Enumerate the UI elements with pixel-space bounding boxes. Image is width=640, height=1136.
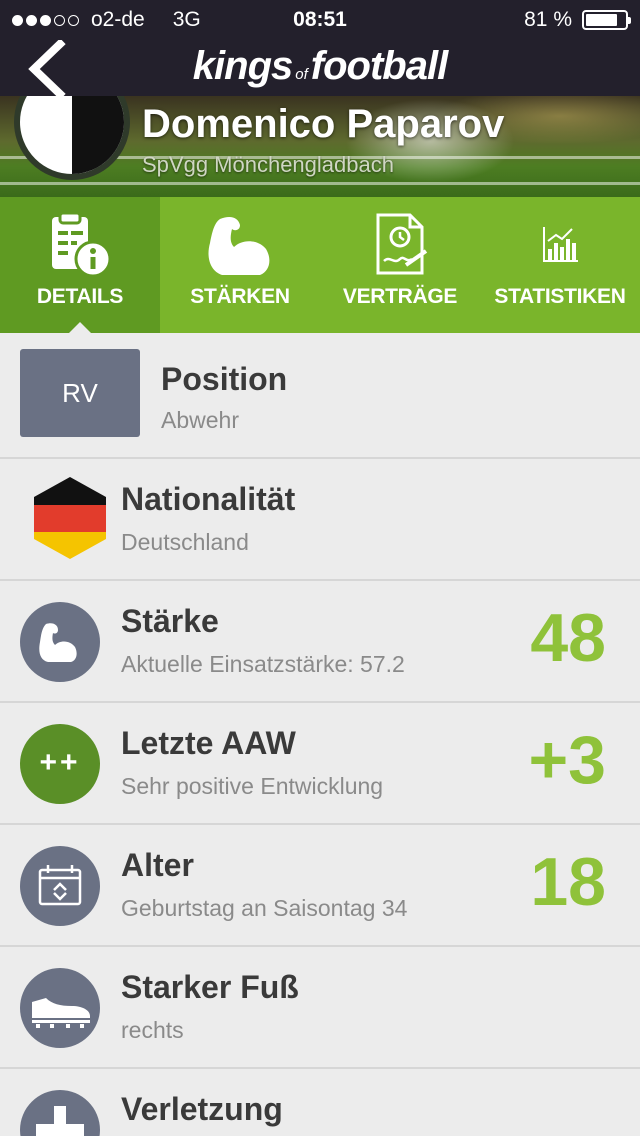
club-name: SpVgg Mönchengladbach: [142, 152, 394, 177]
tab-statistiken[interactable]: STATISTIKEN: [480, 197, 640, 333]
aaw-value: +3: [528, 722, 606, 798]
nav-bar: kings offootball: [0, 38, 640, 100]
row-title: Stärke: [121, 603, 219, 639]
row-subtitle: Geburtstag an Saisontag 34: [121, 895, 408, 921]
row-subtitle: Aktuelle Einsatzstärke: 57.2: [121, 651, 405, 677]
status-bar: o2-de 3G 08:51 81 %: [0, 0, 640, 40]
contract-icon: [376, 213, 428, 275]
tab-bar: DETAILS STÄRKEN VERTRÄGE STATISTIKEN: [0, 197, 640, 334]
row-title: Verletzung: [121, 1091, 283, 1127]
battery-icon: [582, 10, 631, 30]
details-list: RV Position Abwehr Nationalität Deutschl…: [0, 333, 640, 1136]
player-header: Domenico Paparov SpVgg Mönchengladbach: [0, 96, 640, 197]
row-title: Letzte AAW: [121, 725, 296, 761]
position-row: RV Position Abwehr: [0, 333, 640, 459]
app-logo: kings offootball: [192, 44, 448, 88]
age-row: Alter Geburtstag an Saisontag 34 18: [0, 825, 640, 947]
tab-details[interactable]: DETAILS: [0, 197, 160, 334]
battery-percent: 81 %: [524, 8, 572, 31]
stats-icon: [543, 227, 578, 262]
aaw-row: ++ Letzte AAW Sehr positive Entwicklung …: [0, 703, 640, 825]
row-title: Starker Fuß: [121, 969, 299, 1005]
row-subtitle: rechts: [121, 1017, 184, 1043]
nationality-row: Nationalität Deutschland: [0, 459, 640, 581]
tab-staerken[interactable]: STÄRKEN: [160, 197, 320, 333]
strength-row: Stärke Aktuelle Einsatzstärke: 57.2 48: [0, 581, 640, 703]
row-subtitle: Abwehr: [161, 407, 239, 433]
germany-flag-icon: [34, 477, 106, 559]
row-title: Nationalität: [121, 481, 296, 517]
club-crest: [14, 96, 130, 180]
tab-label: DETAILS: [36, 285, 124, 308]
top-bar: o2-de 3G 08:51 81 % kings offootball: [0, 0, 640, 100]
injury-icon-circle: [20, 1090, 100, 1136]
strength-icon-circle: [20, 602, 100, 682]
row-subtitle: Deutschland: [121, 529, 249, 555]
position-badge: RV: [20, 349, 140, 437]
double-plus-icon: ++: [39, 746, 81, 779]
tab-label: STATISTIKEN: [494, 285, 626, 308]
details-icon: [52, 213, 112, 278]
calendar-icon: [38, 865, 82, 906]
strength-value: 48: [530, 600, 606, 676]
aaw-icon-circle: ++: [20, 724, 100, 804]
injury-row: Verletzung: [0, 1069, 640, 1136]
age-icon-circle: [20, 846, 100, 926]
row-title: Position: [161, 361, 288, 397]
row-title: Alter: [121, 847, 194, 883]
tab-vertraege[interactable]: VERTRÄGE: [320, 197, 480, 333]
medical-cross-icon: [36, 1106, 84, 1136]
foot-icon-circle: [20, 968, 100, 1048]
tab-label: VERTRÄGE: [342, 285, 458, 308]
muscle-icon: [39, 623, 77, 662]
football-boot-icon: [32, 998, 90, 1028]
row-subtitle: Sehr positive Entwicklung: [121, 773, 384, 799]
strong-foot-row: Starker Fuß rechts: [0, 947, 640, 1069]
age-value: 18: [530, 844, 606, 920]
tab-label: STÄRKEN: [190, 285, 290, 308]
muscle-icon: [208, 217, 270, 275]
player-name: Domenico Paparov: [142, 102, 505, 146]
